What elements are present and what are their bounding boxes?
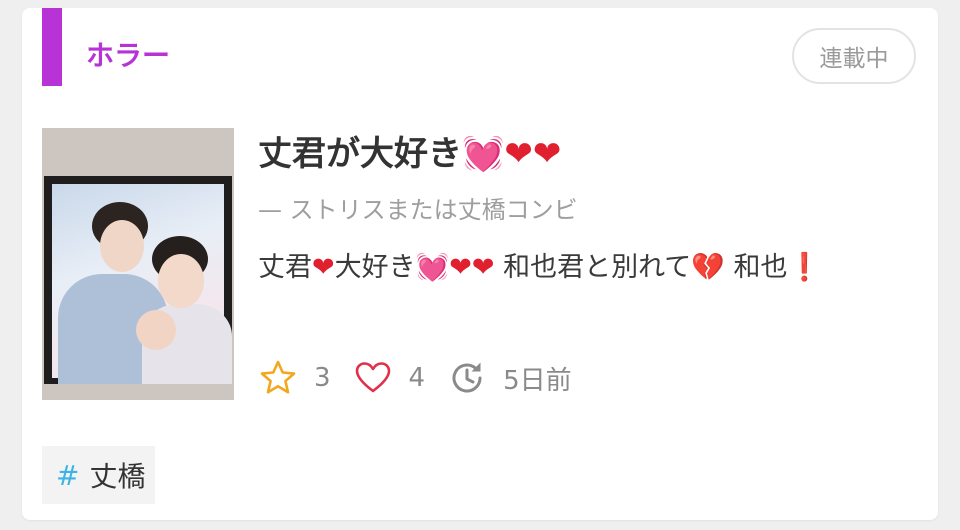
story-description: 丈君❤大好き💓❤❤ 和也君と別れて💔 和也❗	[258, 248, 908, 288]
story-subtitle: — ストリスまたは丈橋コンビ	[258, 196, 578, 224]
star-icon[interactable]	[258, 358, 298, 398]
sparkling-heart-icon: 💓	[415, 252, 450, 283]
description-part: 和也	[733, 252, 788, 283]
heart-outline-icon[interactable]	[353, 358, 393, 398]
status-label: 連載中	[819, 46, 889, 72]
tag-chip[interactable]: # 丈橋	[42, 446, 156, 504]
red-heart-icon: ❤❤	[449, 252, 495, 283]
description-part: 丈君	[258, 252, 312, 283]
exclamation-icon: ❗	[787, 252, 822, 283]
tag-label: 丈橋	[89, 460, 146, 493]
thumbnail-frame	[44, 176, 232, 384]
thumbnail-photo	[52, 184, 232, 384]
story-title-text: 丈君が大好き	[258, 134, 462, 174]
updated-time: 5日前	[503, 365, 572, 396]
story-thumbnail[interactable]	[42, 128, 234, 400]
description-part: 和也君と別れて	[503, 252, 692, 283]
story-stats: 3 4 5日前	[258, 358, 594, 398]
genre-label: ホラー	[86, 39, 171, 72]
history-clock-icon	[447, 358, 487, 398]
star-count: 3	[314, 363, 331, 393]
status-badge: 連載中	[792, 28, 916, 84]
hashtag-icon: #	[56, 458, 80, 492]
description-part: 大好き	[334, 252, 416, 283]
like-count: 4	[408, 363, 426, 393]
genre-accent-bar	[42, 8, 62, 86]
broken-heart-icon: 💔	[691, 252, 725, 283]
story-title[interactable]: 丈君が大好き💓❤❤	[258, 130, 561, 178]
sparkling-heart-icon: 💓	[462, 134, 505, 174]
red-heart-icon: ❤	[532, 134, 562, 174]
red-heart-icon: ❤	[504, 134, 533, 174]
red-heart-icon: ❤	[312, 252, 335, 283]
story-card[interactable]: ホラー 連載中 丈君が大好き💓❤❤ — ストリスまたは丈橋コンビ 丈君❤大好き💓…	[22, 8, 938, 520]
